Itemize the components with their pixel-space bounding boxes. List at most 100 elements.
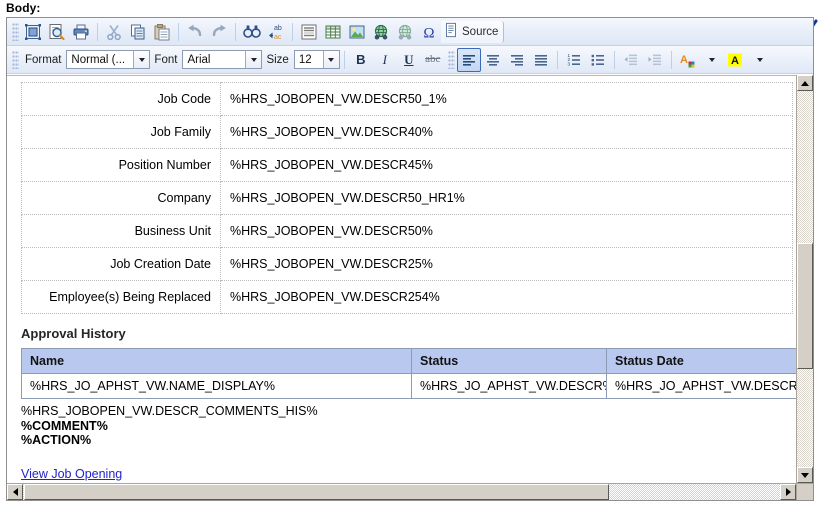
document-body[interactable]: Job Code %HRS_JOBOPEN_VW.DESCR50_1% Job … — [7, 75, 796, 483]
font-select-value: Arial — [183, 51, 246, 68]
editor-content-area[interactable]: Job Code %HRS_JOBOPEN_VW.DESCR50_1% Job … — [7, 75, 813, 500]
scroll-down-arrow[interactable] — [797, 467, 813, 483]
toolbar-separator — [97, 22, 98, 41]
numbered-list-button[interactable]: 123 — [562, 48, 586, 72]
field-label: Job Family — [21, 115, 221, 149]
redo-icon[interactable] — [207, 20, 231, 44]
approval-history-header: Name Status Status Date — [21, 348, 796, 374]
toolbar-grip[interactable] — [12, 50, 19, 69]
link-icon[interactable] — [369, 20, 393, 44]
bg-color-button[interactable]: A — [724, 48, 748, 72]
field-value: %HRS_JOBOPEN_VW.DESCR40% — [220, 115, 793, 149]
image-icon[interactable] — [345, 20, 369, 44]
align-right-button[interactable] — [505, 48, 529, 72]
field-value: %HRS_JOBOPEN_VW.DESCR50% — [220, 214, 793, 248]
horizontal-scrollbar[interactable] — [7, 483, 796, 500]
source-button[interactable]: Source — [441, 20, 505, 43]
table-row: Position Number %HRS_JOBOPEN_VW.DESCR45% — [21, 148, 793, 182]
cell-status-date: %HRS_JO_APHST_VW.DESCR2 — [606, 373, 796, 399]
size-select-value: 12 — [294, 51, 323, 68]
comments-history-token: %HRS_JOBOPEN_VW.DESCR_COMMENTS_HIS% — [21, 404, 318, 418]
horizontal-scrollbar-thumb[interactable] — [24, 484, 609, 500]
table-header-row: Name Status Status Date — [21, 348, 796, 374]
text-color-dropdown[interactable] — [700, 48, 724, 72]
preview-icon[interactable] — [45, 20, 69, 44]
cut-icon[interactable] — [102, 20, 126, 44]
field-label: Job Code — [21, 82, 221, 116]
page-break-icon[interactable] — [297, 20, 321, 44]
replace-icon[interactable]: ab ac — [264, 20, 288, 44]
field-label: Business Unit — [21, 214, 221, 248]
italic-label: I — [382, 52, 387, 67]
rich-text-editor[interactable]: ab ac Ω Source Format Normal (... Font A… — [6, 17, 814, 501]
copy-icon[interactable] — [126, 20, 150, 44]
vertical-scrollbar[interactable] — [796, 75, 813, 483]
column-header-status: Status — [411, 348, 607, 374]
underline-button[interactable]: U — [397, 48, 421, 72]
indent-icon — [648, 54, 661, 65]
outdent-icon — [624, 54, 637, 65]
field-value: %HRS_JOBOPEN_VW.DESCR45% — [220, 148, 793, 182]
cell-status: %HRS_JO_APHST_VW.DESCR% — [411, 373, 607, 399]
table-row: Business Unit %HRS_JOBOPEN_VW.DESCR50% — [21, 214, 793, 248]
templates-icon[interactable] — [21, 20, 45, 44]
chevron-down-icon[interactable] — [245, 51, 262, 68]
special-char-icon[interactable]: Ω — [417, 20, 441, 44]
body-caption: Body: — [6, 1, 41, 15]
field-label: Job Creation Date — [21, 247, 221, 281]
table-row: Job Family %HRS_JOBOPEN_VW.DESCR40% — [21, 115, 793, 149]
source-icon — [443, 22, 459, 41]
scroll-left-arrow[interactable] — [7, 484, 23, 500]
undo-icon[interactable] — [183, 20, 207, 44]
bulleted-list-icon — [591, 54, 604, 66]
screenshot-root: Body: ab ac Ω Source Format Normal (... … — [0, 0, 822, 508]
format-select[interactable]: Normal (... — [66, 50, 151, 69]
svg-text:3: 3 — [567, 61, 570, 66]
chevron-down-icon[interactable] — [322, 51, 339, 68]
text-color-button[interactable]: A — [676, 48, 700, 72]
align-justify-icon — [534, 54, 547, 66]
print-icon[interactable] — [69, 20, 93, 44]
table-icon[interactable] — [321, 20, 345, 44]
size-select[interactable]: 12 — [293, 50, 340, 69]
strikethrough-button[interactable]: abc — [421, 48, 445, 72]
italic-button[interactable]: I — [373, 48, 397, 72]
toolbar-separator — [292, 22, 293, 41]
chevron-down-icon[interactable] — [133, 51, 150, 68]
outdent-button[interactable] — [619, 48, 643, 72]
table-row: Company %HRS_JOBOPEN_VW.DESCR50_HR1% — [21, 181, 793, 215]
scroll-up-arrow[interactable] — [797, 75, 813, 91]
bulleted-list-button[interactable] — [586, 48, 610, 72]
bg-color-icon: A — [727, 53, 742, 67]
find-icon[interactable] — [240, 20, 264, 44]
scroll-right-arrow[interactable] — [780, 484, 796, 500]
indent-button[interactable] — [643, 48, 667, 72]
underline-label: U — [404, 52, 414, 67]
format-select-value: Normal (... — [67, 51, 134, 68]
unlink-icon[interactable] — [393, 20, 417, 44]
bg-color-dropdown[interactable] — [748, 48, 772, 72]
comments-paragraph: %HRS_JOBOPEN_VW.DESCR_COMMENTS_HIS% %COM… — [21, 404, 796, 448]
job-fields-body: Job Code %HRS_JOBOPEN_VW.DESCR50_1% Job … — [21, 82, 793, 314]
comment-token: %COMMENT% — [21, 418, 108, 433]
toolbar-grip[interactable] — [12, 22, 19, 41]
table-row: Employee(s) Being Replaced %HRS_JOBOPEN_… — [21, 280, 793, 314]
view-job-opening-link[interactable]: View Job Opening — [21, 467, 122, 481]
align-left-icon — [462, 54, 475, 66]
align-center-button[interactable] — [481, 48, 505, 72]
align-left-button[interactable] — [456, 47, 481, 72]
vertical-scrollbar-thumb[interactable] — [797, 243, 813, 369]
job-fields-table: Job Code %HRS_JOBOPEN_VW.DESCR50_1% Job … — [21, 82, 793, 314]
column-header-status-date: Status Date — [606, 348, 796, 374]
align-justify-button[interactable] — [529, 48, 553, 72]
svg-text:ac: ac — [274, 34, 282, 41]
field-label: Employee(s) Being Replaced — [21, 280, 221, 314]
toolbar-grip[interactable] — [447, 50, 455, 69]
font-select[interactable]: Arial — [182, 50, 263, 69]
bold-button[interactable]: B — [349, 48, 373, 72]
approval-history-table: Name Status Status Date %HRS_JO_APHST_VW… — [21, 348, 796, 399]
paste-icon[interactable] — [150, 20, 174, 44]
table-row: Job Creation Date %HRS_JOBOPEN_VW.DESCR2… — [21, 247, 793, 281]
table-row: %HRS_JO_APHST_VW.NAME_DISPLAY% %HRS_JO_A… — [21, 373, 796, 399]
format-label: Format — [25, 53, 62, 66]
